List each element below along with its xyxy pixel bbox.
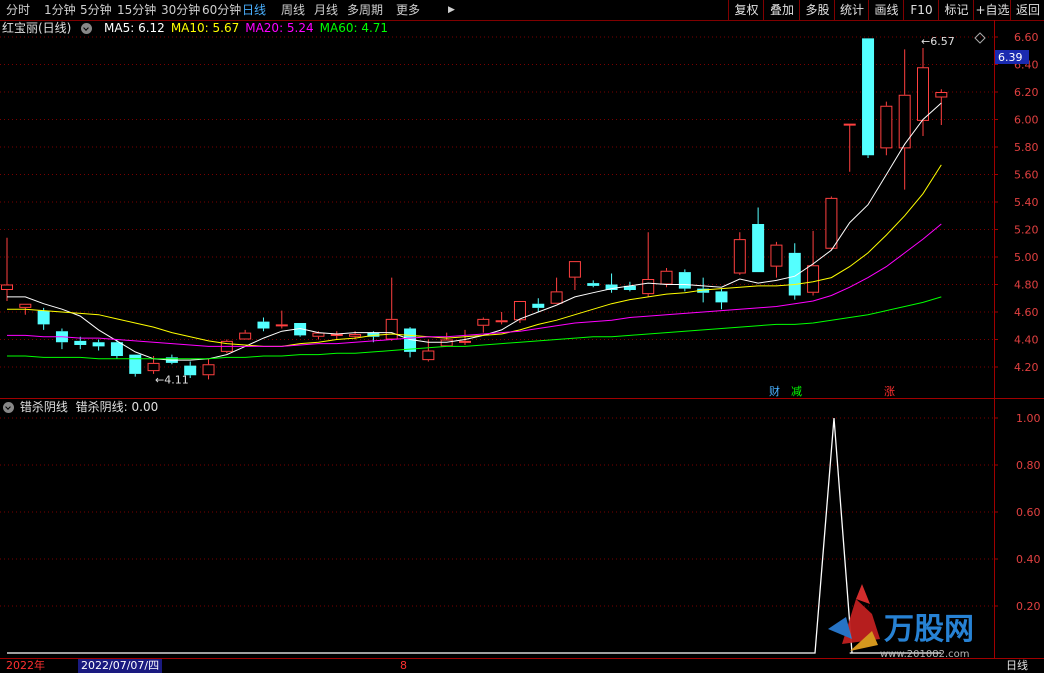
- period-label[interactable]: 日线: [1006, 659, 1028, 673]
- candle[interactable]: [275, 310, 288, 329]
- ma-line-ma10: [7, 164, 942, 347]
- candle[interactable]: [422, 339, 435, 362]
- candle[interactable]: [807, 230, 820, 296]
- toolbar-button-7[interactable]: +自选: [973, 0, 1011, 20]
- candle[interactable]: [404, 327, 417, 358]
- period-tab-6[interactable]: 日线: [242, 2, 266, 18]
- candle[interactable]: [257, 317, 270, 332]
- toolbar-button-6[interactable]: 标记: [938, 0, 974, 20]
- price-tick-label: 5.60: [1014, 169, 1039, 182]
- candle[interactable]: [898, 49, 911, 190]
- price-tick-label: 6.20: [1014, 86, 1039, 99]
- candle[interactable]: [917, 48, 929, 136]
- candle[interactable]: [55, 328, 68, 350]
- toolbar-button-3[interactable]: 统计: [834, 0, 869, 20]
- candle[interactable]: [788, 243, 801, 300]
- ma-line-ma20: [7, 223, 942, 347]
- more-chevron-icon[interactable]: ▶: [448, 2, 455, 18]
- indicator-tick-label: 1.00: [1016, 412, 1041, 425]
- price-tick-label: 4.20: [1014, 361, 1039, 374]
- candle[interactable]: [440, 332, 453, 347]
- event-marker[interactable]: 财: [769, 384, 780, 398]
- ma-line-ma60: [7, 296, 942, 360]
- year-label: 2022年: [6, 659, 45, 672]
- candle[interactable]: [568, 261, 581, 290]
- price-tick-label: 6.00: [1014, 114, 1039, 127]
- candle[interactable]: [1, 237, 13, 301]
- low-price-label: ←4.11: [155, 373, 189, 386]
- indicator-line: [7, 417, 942, 654]
- candle[interactable]: [330, 331, 343, 340]
- period-tab-5[interactable]: 60分钟: [202, 2, 241, 18]
- price-tick-label: 4.60: [1014, 306, 1039, 319]
- toolbar-button-2[interactable]: 多股: [799, 0, 835, 20]
- toolbar-button-0[interactable]: 复权: [728, 0, 764, 20]
- candle[interactable]: [110, 339, 123, 359]
- month-mark: 8: [400, 659, 407, 672]
- period-tab-4[interactable]: 30分钟: [161, 2, 200, 18]
- period-tab-2[interactable]: 5分钟: [80, 2, 112, 18]
- candle[interactable]: [385, 277, 398, 341]
- candlestick-chart[interactable]: 6.606.406.206.005.805.605.405.205.004.80…: [0, 20, 1044, 399]
- ma-line-ma5: [7, 102, 942, 361]
- indicator-chart[interactable]: 1.00 0.80 0.60 0.40 0.20 万股网 www.201082.com: [0, 399, 1044, 659]
- high-price-label: ←6.57: [921, 35, 955, 48]
- event-marker[interactable]: 减: [791, 385, 802, 398]
- indicator-tick-label: 0.80: [1016, 459, 1041, 472]
- toolbar-button-8[interactable]: 返回: [1010, 0, 1044, 20]
- price-tick-label: 4.80: [1014, 279, 1039, 292]
- toolbar-button-5[interactable]: F10: [903, 0, 939, 20]
- period-tab-9[interactable]: 多周期: [347, 2, 383, 18]
- price-tick-label: 5.40: [1014, 196, 1039, 209]
- current-price-marker: 6.39: [995, 50, 1029, 64]
- indicator-tick-label: 0.20: [1016, 600, 1041, 613]
- period-tab-3[interactable]: 15分钟: [117, 2, 156, 18]
- candle[interactable]: [770, 241, 783, 278]
- time-axis-bar: 2022年 2022/07/07/四 8 日线: [0, 659, 1044, 673]
- candle[interactable]: [239, 329, 252, 340]
- period-tab-1[interactable]: 1分钟: [44, 2, 76, 18]
- price-tick-label: 6.60: [1014, 31, 1039, 44]
- candle[interactable]: [513, 301, 526, 323]
- candle[interactable]: [495, 312, 508, 325]
- candle[interactable]: [843, 123, 856, 172]
- svg-text:6.39: 6.39: [998, 51, 1023, 64]
- watermark-logo: 万股网 www.201082.com: [828, 584, 974, 659]
- indicator-tick-label: 0.60: [1016, 506, 1041, 519]
- date-label: 2022/07/07/四: [78, 659, 163, 673]
- watermark-url: www.201082.com: [880, 649, 970, 659]
- indicator-tick-label: 0.40: [1016, 553, 1041, 566]
- candle[interactable]: [862, 38, 875, 158]
- event-marker[interactable]: 涨: [884, 385, 895, 398]
- price-tick-label: 5.00: [1014, 251, 1039, 264]
- candle[interactable]: [880, 101, 893, 156]
- period-tab-10[interactable]: 更多: [396, 2, 420, 18]
- period-tab-8[interactable]: 月线: [314, 2, 338, 18]
- candle[interactable]: [642, 232, 655, 297]
- period-toolbar: 分时 1分钟 5分钟 15分钟 30分钟 60分钟 日线 周线 月线 多周期 更多 ▶ 复权 叠加 多股 统计…: [0, 0, 1044, 21]
- candle[interactable]: [129, 354, 142, 377]
- toolbar-button-1[interactable]: 叠加: [763, 0, 800, 20]
- watermark-text: 万股网: [884, 612, 974, 647]
- candle[interactable]: [752, 207, 765, 273]
- candle[interactable]: [202, 358, 215, 380]
- candle[interactable]: [733, 232, 746, 275]
- candle[interactable]: [715, 288, 728, 310]
- candle[interactable]: [587, 280, 600, 288]
- candle[interactable]: [678, 269, 691, 292]
- price-tick-label: 5.80: [1014, 141, 1039, 154]
- period-tab-7[interactable]: 周线: [281, 2, 305, 18]
- candle[interactable]: [92, 339, 105, 351]
- toolbar-button-4[interactable]: 画线: [868, 0, 904, 20]
- candle[interactable]: [477, 317, 490, 333]
- period-tab-0[interactable]: 分时: [6, 2, 30, 18]
- price-tick-label: 5.20: [1014, 224, 1039, 237]
- candle[interactable]: [825, 196, 838, 251]
- price-tick-label: 4.40: [1014, 334, 1039, 347]
- candle[interactable]: [74, 336, 87, 350]
- candle[interactable]: [550, 277, 563, 304]
- diamond-icon[interactable]: [974, 32, 986, 44]
